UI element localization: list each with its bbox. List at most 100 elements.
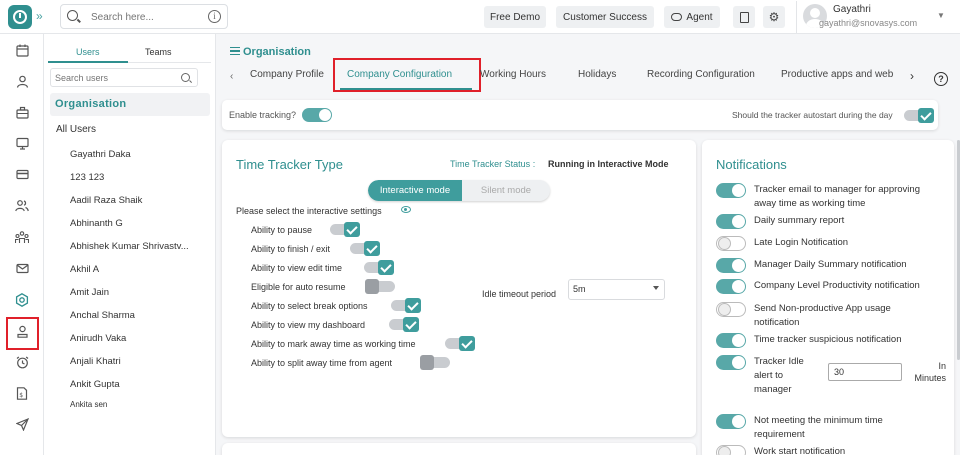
setting-label: Ability to pause — [251, 225, 313, 235]
notif-toggle-suspicious[interactable] — [716, 333, 746, 348]
user-list-item[interactable]: Ankita sen — [70, 400, 107, 407]
expand-sidebar-icon[interactable]: » — [36, 9, 43, 23]
user-list-item[interactable]: Akhil A — [70, 264, 99, 275]
toggle-knob — [319, 109, 331, 121]
user-search-input[interactable] — [55, 71, 170, 84]
user-icon[interactable] — [12, 71, 32, 91]
idle-timeout-label: Idle timeout period — [482, 289, 557, 299]
notif-toggle-company-productivity[interactable] — [716, 279, 746, 294]
notif-label: Late Login Notification — [754, 237, 849, 248]
setting-toggle-break-options[interactable] — [391, 298, 421, 313]
info-icon[interactable]: i — [208, 10, 221, 23]
notif-toggle-away-time-email[interactable] — [716, 183, 746, 198]
user-list-item[interactable]: 123 123 — [70, 172, 104, 183]
toggle-knob — [365, 279, 379, 294]
user-list-item[interactable]: Anirudh Vaka — [70, 333, 126, 344]
menu-icon[interactable] — [230, 47, 240, 55]
setting-toggle-edit-time[interactable] — [364, 260, 394, 275]
check-icon — [459, 336, 475, 351]
agent-button[interactable]: Agent — [664, 6, 720, 28]
silent-mode-button[interactable]: Silent mode — [462, 180, 550, 201]
enable-tracking-toggle[interactable] — [302, 108, 332, 122]
toggle-knob — [732, 356, 745, 369]
eye-icon[interactable] — [401, 206, 411, 213]
tab-company-profile[interactable]: Company Profile — [250, 69, 324, 80]
user-list-item[interactable]: Aadil Raza Shaik — [70, 195, 142, 206]
all-users-item[interactable]: All Users — [56, 124, 96, 135]
notif-toggle-minimum-time[interactable] — [716, 414, 746, 429]
search-icon[interactable] — [181, 73, 190, 82]
person-badge-icon[interactable] — [12, 321, 32, 341]
chevron-left-icon[interactable]: ‹ — [230, 71, 233, 82]
mail-icon[interactable] — [12, 258, 32, 278]
settings-icon[interactable] — [12, 290, 32, 310]
global-search-input[interactable] — [91, 9, 201, 25]
user-list-item[interactable]: Anchal Sharma — [70, 310, 135, 321]
settings-button[interactable]: ⚙ — [763, 6, 785, 28]
calendar-icon[interactable] — [12, 40, 32, 60]
notif-toggle-daily-summary[interactable] — [716, 214, 746, 229]
tab-recording-configuration[interactable]: Recording Configuration — [647, 69, 755, 80]
user-menu[interactable]: Gayathri gayathri@snovasys.com ▼ — [796, 1, 956, 33]
user-list-item[interactable]: Anjali Khatri — [70, 356, 121, 367]
setting-label: Ability to view my dashboard — [251, 320, 366, 330]
autostart-toggle[interactable] — [904, 108, 934, 123]
notif-toggle-manager-summary[interactable] — [716, 258, 746, 273]
document-button[interactable] — [733, 6, 755, 28]
setting-toggle-finish[interactable] — [350, 241, 380, 256]
interactive-mode-button[interactable]: Interactive mode — [368, 180, 462, 201]
briefcase-icon[interactable] — [12, 102, 32, 122]
notif-label: Tracker Idle alert to manager — [754, 356, 804, 395]
monitor-icon[interactable] — [12, 133, 32, 153]
notif-toggle-work-start[interactable] — [716, 445, 746, 455]
setting-toggle-pause[interactable] — [330, 222, 360, 237]
send-icon[interactable] — [12, 414, 32, 434]
notifications-card: Notifications Tracker email to manager f… — [702, 140, 954, 455]
idle-timeout-select[interactable]: 5m — [568, 279, 665, 300]
team-icon[interactable] — [12, 227, 32, 247]
setting-toggle-split-away[interactable] — [420, 355, 450, 370]
setting-toggle-dashboard[interactable] — [389, 317, 419, 332]
tab-productive-apps[interactable]: Productive apps and web — [781, 69, 905, 80]
check-icon — [378, 260, 394, 275]
caret-down-icon — [653, 286, 659, 290]
toggle-knob — [718, 446, 731, 455]
free-demo-button[interactable]: Free Demo — [484, 6, 546, 28]
help-icon[interactable]: ? — [934, 72, 948, 86]
tab-teams[interactable]: Teams — [145, 47, 172, 57]
document-icon[interactable]: $ — [12, 383, 32, 403]
customer-success-button[interactable]: Customer Success — [556, 6, 654, 28]
user-list-item[interactable]: Abhinanth G — [70, 218, 123, 229]
card-icon[interactable] — [12, 164, 32, 184]
notif-toggle-non-productive[interactable] — [716, 302, 746, 317]
document-icon — [739, 11, 749, 23]
setting-label: Ability to select break options — [251, 301, 368, 311]
tab-holidays[interactable]: Holidays — [578, 69, 616, 80]
clock-icon — [13, 10, 27, 24]
tab-users[interactable]: Users — [76, 47, 100, 57]
global-search: i — [60, 4, 228, 29]
app-logo[interactable] — [8, 5, 32, 29]
tab-working-hours[interactable]: Working Hours — [480, 69, 546, 80]
user-list-item[interactable]: Amit Jain — [70, 287, 109, 298]
config-tabs: ‹ Company Profile Company Configuration … — [222, 58, 960, 92]
page-title-text: Organisation — [243, 46, 311, 58]
chevron-right-icon[interactable]: › — [910, 69, 914, 83]
gear-icon: ⚙ — [768, 10, 780, 24]
users-icon[interactable] — [12, 195, 32, 215]
caret-down-icon[interactable]: ▼ — [937, 11, 945, 20]
notif-label: Work start notification — [754, 446, 846, 455]
notif-toggle-idle-alert[interactable] — [716, 355, 746, 370]
user-list-item[interactable]: Gayathri Daka — [70, 149, 131, 160]
alarm-icon[interactable] — [12, 352, 32, 372]
user-list-item[interactable]: Abhishek Kumar Shrivastv... — [70, 241, 189, 252]
setting-toggle-away-time[interactable] — [445, 336, 475, 351]
user-list-item[interactable]: Ankit Gupta — [70, 379, 120, 390]
setting-toggle-auto-resume[interactable] — [365, 279, 395, 294]
notif-label: Manager Daily Summary notification — [754, 259, 907, 270]
check-icon — [344, 222, 360, 237]
check-icon — [403, 317, 419, 332]
org-row[interactable]: Organisation — [50, 93, 210, 116]
idle-alert-minutes-input[interactable]: 30 — [828, 363, 902, 381]
notif-toggle-late-login[interactable] — [716, 236, 746, 251]
